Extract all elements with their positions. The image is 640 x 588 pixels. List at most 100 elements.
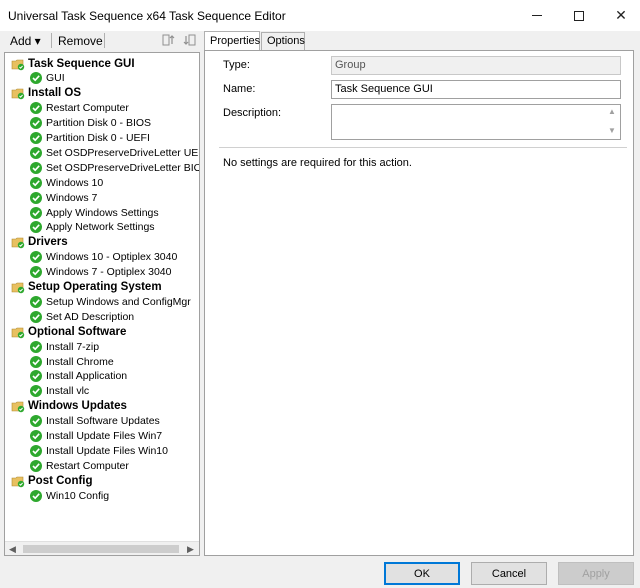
tree-step[interactable]: Partition Disk 0 - UEFI <box>29 131 150 146</box>
tree-group[interactable]: Windows Updates <box>11 399 127 414</box>
tree-step-label: Win10 Config <box>46 489 110 502</box>
title-bar: Universal Task Sequence x64 Task Sequenc… <box>0 0 640 31</box>
remove-button[interactable]: Remove <box>58 34 103 48</box>
scroll-right-icon[interactable]: ▶ <box>187 544 194 555</box>
check-icon <box>30 176 42 189</box>
tree-group-label: Optional Software <box>28 325 127 338</box>
description-scrollbar[interactable]: ▲ ▼ <box>605 106 619 136</box>
tree-step[interactable]: Apply Network Settings <box>29 220 155 235</box>
tree-step[interactable]: Partition Disk 0 - BIOS <box>29 116 151 131</box>
scroll-down-icon[interactable]: ▼ <box>608 126 616 135</box>
tree-step-label: Apply Windows Settings <box>46 206 159 219</box>
tree-step-label: Restart Computer <box>46 459 129 472</box>
tree-step[interactable]: Install 7-zip <box>29 339 99 354</box>
tree-group[interactable]: Optional Software <box>11 324 126 339</box>
check-icon <box>30 102 42 115</box>
tree-group[interactable]: Install OS <box>11 86 81 101</box>
name-label: Name: <box>223 83 256 95</box>
tree-toolbar: Add ▾ Remove <box>4 32 200 50</box>
type-field: Group <box>331 56 621 75</box>
tree-step-label: Set OSDPreserveDriveLetter UEFI <box>46 146 200 159</box>
check-icon <box>30 206 42 219</box>
tab-options[interactable]: Options <box>261 32 305 50</box>
check-icon <box>30 340 42 353</box>
tree-step[interactable]: Windows 10 <box>29 175 103 190</box>
tree-step[interactable]: Install Application <box>29 369 127 384</box>
tree-group[interactable]: Task Sequence GUI <box>11 56 135 71</box>
tab-properties[interactable]: Properties <box>204 31 260 51</box>
tree-group[interactable]: Post Config <box>11 473 93 488</box>
check-icon <box>30 72 42 85</box>
maximize-button[interactable] <box>556 0 602 31</box>
folder-check-icon <box>11 327 25 338</box>
section-divider <box>219 147 627 148</box>
check-icon <box>30 146 42 159</box>
tree-step[interactable]: Install Update Files Win7 <box>29 429 162 444</box>
toolbar-divider <box>51 33 52 48</box>
tree-step-label: Apply Network Settings <box>46 221 155 234</box>
folder-check-icon <box>11 476 25 487</box>
close-button[interactable]: ✕ <box>598 0 640 31</box>
tree-step-label: Install 7-zip <box>46 340 100 353</box>
tree-step[interactable]: Set AD Description <box>29 309 134 324</box>
check-icon <box>30 355 42 368</box>
scrollbar-thumb[interactable] <box>23 545 179 553</box>
name-field[interactable]: Task Sequence GUI <box>331 80 621 99</box>
check-icon <box>30 295 42 308</box>
close-icon: ✕ <box>615 7 627 23</box>
minimize-button[interactable] <box>514 0 560 31</box>
check-icon <box>30 191 42 204</box>
tree-step[interactable]: Set OSDPreserveDriveLetter BIOS <box>29 160 200 175</box>
task-sequence-tree[interactable]: Task Sequence GUI GUI Install OS Restart Co… <box>4 52 200 556</box>
tree-step-label: Install Chrome <box>46 355 114 368</box>
tree-step-label: Setup Windows and ConfigMgr <box>46 295 191 308</box>
tree-step[interactable]: Windows 10 - Optiplex 3040 <box>29 250 177 265</box>
scroll-up-icon[interactable]: ▲ <box>608 107 616 116</box>
tree-step[interactable]: Setup Windows and ConfigMgr <box>29 294 191 309</box>
apply-button[interactable]: Apply <box>558 562 634 585</box>
tree-step[interactable]: Install Chrome <box>29 354 114 369</box>
type-label: Type: <box>223 59 250 71</box>
tree-group-label: Post Config <box>28 474 93 487</box>
tree-step[interactable]: Windows 7 - Optiplex 3040 <box>29 265 171 280</box>
tree-step[interactable]: Restart Computer <box>29 101 129 116</box>
tree-step[interactable]: Install Software Updates <box>29 414 160 429</box>
tree-group-label: Drivers <box>28 236 68 249</box>
description-field[interactable]: ▲ ▼ <box>331 104 621 140</box>
folder-check-icon <box>11 88 25 100</box>
no-settings-message: No settings are required for this action… <box>223 157 412 169</box>
tree-horizontal-scrollbar[interactable]: ◀ ▶ <box>5 541 199 555</box>
tree-step[interactable]: Windows 7 <box>29 190 97 205</box>
folder-check-icon <box>11 59 25 70</box>
tree-step[interactable]: GUI <box>29 71 65 86</box>
tree-step[interactable]: Apply Windows Settings <box>29 205 159 220</box>
tree-step-label: Set OSDPreserveDriveLetter BIOS <box>46 161 200 174</box>
tree-step-label: Windows 7 - Optiplex 3040 <box>46 266 172 279</box>
maximize-icon <box>574 10 584 21</box>
tree-step-label: Set AD Description <box>46 310 135 323</box>
check-icon <box>30 132 42 144</box>
move-up-icon[interactable] <box>162 33 176 47</box>
tree-step[interactable]: Install vlc <box>29 384 89 399</box>
scroll-left-icon[interactable]: ◀ <box>9 544 16 555</box>
tree-group-label: Task Sequence GUI <box>28 57 135 70</box>
tree-step[interactable]: Install Update Files Win10 <box>29 443 168 458</box>
folder-check-icon <box>11 237 25 249</box>
check-icon <box>30 266 42 279</box>
ok-button[interactable]: OK <box>384 562 460 585</box>
check-icon <box>30 310 42 323</box>
toolbar-divider <box>104 33 105 48</box>
tree-step[interactable]: Restart Computer <box>29 458 129 473</box>
tree-group[interactable]: Setup Operating System <box>11 280 162 295</box>
move-down-icon[interactable] <box>182 33 196 47</box>
tree-step[interactable]: Win10 Config <box>29 488 109 503</box>
tree-step[interactable]: Set OSDPreserveDriveLetter UEFI <box>29 145 200 160</box>
add-menu-button[interactable]: Add ▾ <box>10 34 41 48</box>
cancel-button[interactable]: Cancel <box>471 562 547 585</box>
check-icon <box>30 444 42 457</box>
tree-group[interactable]: Drivers <box>11 235 68 250</box>
tree-step-label: Partition Disk 0 - UEFI <box>46 132 150 144</box>
tree-step-label: Install Update Files Win7 <box>46 430 163 442</box>
check-icon <box>30 489 42 502</box>
check-icon <box>30 385 42 398</box>
